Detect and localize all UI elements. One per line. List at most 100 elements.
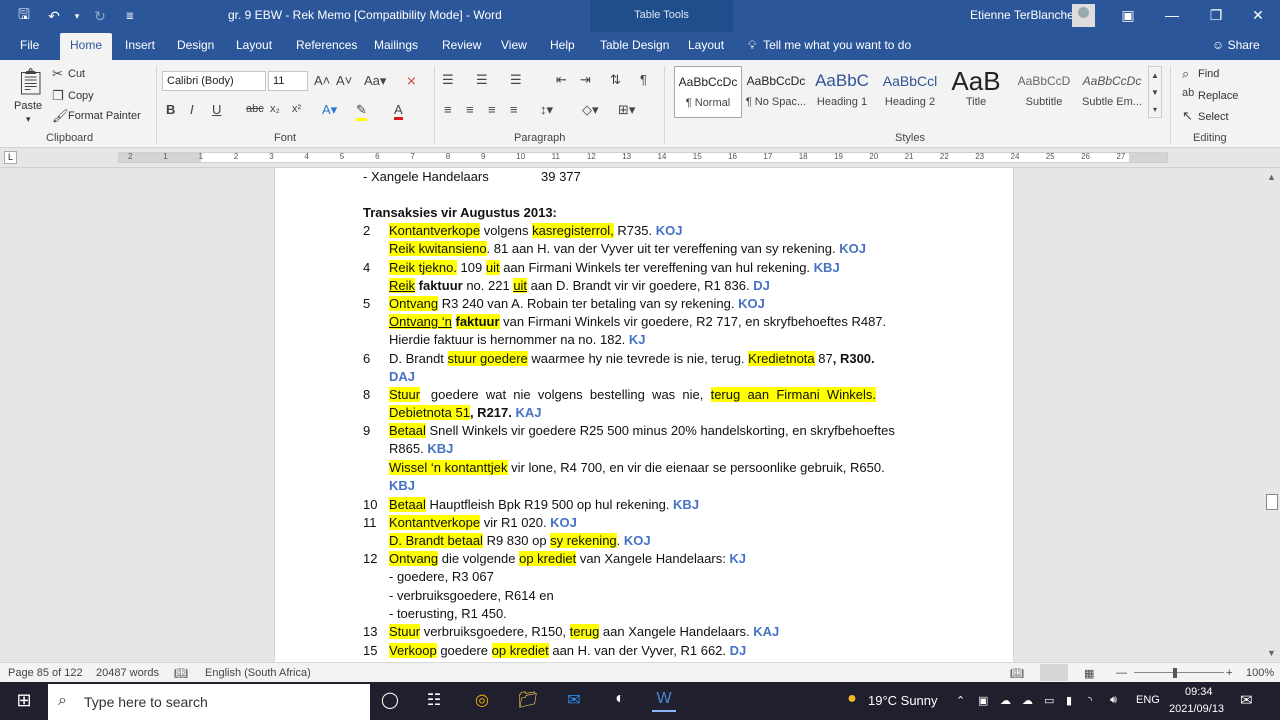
paste-icon[interactable]: 📋︎ [14,66,47,98]
zoom-level[interactable]: 100% [1246,667,1274,679]
paste-button[interactable]: Paste [14,100,42,112]
tray-icon[interactable]: ▭ [1044,694,1054,707]
decrease-indent-icon[interactable]: ⇤ [556,72,567,88]
weather-icon[interactable]: ● [840,690,864,712]
volume-icon[interactable]: 🔊︎ [1110,694,1117,707]
tab-references[interactable]: References [296,38,357,52]
ribbon-display-options-icon[interactable]: ▣ [1106,0,1150,32]
language-indicator[interactable]: ENG [1136,694,1160,706]
tab-table-layout[interactable]: Layout [688,38,724,52]
style-no-spacing[interactable]: AaBbCcDc ¶ No Spac... [742,66,810,118]
wifi-icon[interactable]: ◝ [1088,694,1092,707]
replace-button[interactable]: Replace [1198,90,1238,102]
cut-icon[interactable]: ✂ [52,66,63,82]
tab-selector-icon[interactable]: L [4,151,17,164]
print-layout-icon[interactable] [1040,664,1068,681]
tab-mailings[interactable]: Mailings [374,38,418,52]
read-mode-icon[interactable]: 📖︎ [1010,667,1024,680]
style-heading-2[interactable]: AaBbCcl Heading 2 [876,66,944,118]
replace-icon[interactable]: ab [1182,87,1194,99]
notifications-icon[interactable]: ✉ [1240,691,1253,709]
tray-app-icon[interactable]: ▣ [978,694,988,707]
multilevel-list-icon[interactable]: ☰ [510,72,522,88]
scroll-down-icon[interactable]: ▼ [1267,648,1276,658]
web-layout-icon[interactable]: ▦ [1084,667,1094,680]
close-icon[interactable]: ✕ [1236,0,1280,32]
word-count[interactable]: 20487 words [96,667,159,679]
undo-dropdown-icon[interactable]: ▾ [72,4,82,28]
style-heading-1[interactable]: AaBbC Heading 1 [808,66,876,118]
show-marks-icon[interactable]: ¶ [640,72,647,87]
save-icon[interactable]: 🖫 [12,4,36,28]
clock-date[interactable]: 2021/09/13 [1169,703,1224,715]
vertical-scrollbar[interactable]: ▲ ▼ [1264,168,1280,662]
tab-review[interactable]: Review [442,38,481,52]
find-button[interactable]: Find [1198,68,1219,80]
windows-start-icon[interactable]: ⊞ [12,690,36,712]
underline-icon[interactable]: U [212,102,221,117]
share-button[interactable]: ☺ Share [1212,38,1260,52]
taskbar-search-box[interactable]: ⌕ Type here to search [48,684,370,720]
user-name[interactable]: Etienne TerBlanche [970,8,1074,22]
shading-icon[interactable]: ◇▾ [582,102,599,118]
numbering-icon[interactable]: ☰ [476,72,488,88]
zoom-out-icon[interactable]: — [1116,667,1127,679]
format-painter-icon[interactable]: 🖌︎ [52,108,69,124]
paste-dropdown-icon[interactable]: ▾ [26,114,31,125]
zoom-slider[interactable] [1134,672,1224,673]
font-size-select[interactable]: 11 [268,71,308,91]
style-normal[interactable]: AaBbCcDc ¶ Normal [674,66,742,118]
show-hidden-icons-icon[interactable]: ⌃ [956,694,965,707]
subscript-icon[interactable]: x₂ [270,103,280,115]
increase-indent-icon[interactable]: ⇥ [580,72,591,88]
customize-qat-icon[interactable]: ≣ [118,4,142,28]
bullets-icon[interactable]: ☰ [442,72,454,88]
sort-icon[interactable]: ⇅ [610,72,621,88]
tab-table-design[interactable]: Table Design [600,38,669,52]
battery-icon[interactable]: ▮ [1066,694,1072,707]
line-spacing-icon[interactable]: ↕▾ [540,102,553,118]
strikethrough-icon[interactable]: abc [246,103,264,115]
shrink-font-icon[interactable]: A˅ [336,73,352,88]
word-taskbar-icon[interactable]: W [652,690,676,712]
tab-insert[interactable]: Insert [125,38,155,52]
cortana-icon[interactable]: ◯ [378,690,402,712]
find-icon[interactable]: ⌕ [1182,66,1189,82]
restore-icon[interactable]: ❐ [1194,0,1238,32]
tab-home[interactable]: Home [60,33,113,60]
select-icon[interactable]: ↖ [1182,108,1193,124]
tab-view[interactable]: View [501,38,527,52]
zoom-slider-thumb[interactable] [1173,668,1177,678]
bold-icon[interactable]: B [166,102,175,117]
copy-button[interactable]: Copy [68,90,94,102]
change-case-icon[interactable]: Aa▾ [364,73,386,89]
redo-icon[interactable]: ↻ [88,4,112,28]
onedrive-icon[interactable]: ☁ [1000,694,1011,707]
tab-layout[interactable]: Layout [236,38,272,52]
align-left-icon[interactable]: ≡ [444,102,452,117]
app-icon[interactable]: ◐ [608,690,632,712]
justify-icon[interactable]: ≡ [510,102,518,117]
select-button[interactable]: Select [1198,111,1229,123]
superscript-icon[interactable]: x² [292,103,301,115]
chrome-icon[interactable]: ◎ [470,690,494,712]
proofing-icon[interactable]: 📖︎ [174,667,188,680]
minimize-icon[interactable]: — [1150,0,1194,32]
tray-icon[interactable]: ☁ [1022,694,1033,707]
styles-gallery-scroll-icon[interactable]: ▲ ▼ ▾ [1148,66,1162,118]
clock-time[interactable]: 09:34 [1185,686,1213,698]
clear-formatting-icon[interactable]: ⨯ [406,73,417,89]
file-explorer-icon[interactable]: 📁︎ [516,690,540,712]
cut-button[interactable]: Cut [68,68,85,80]
style-subtle-emphasis[interactable]: AaBbCcDc Subtle Em... [1078,66,1146,118]
undo-icon[interactable]: ↶ [42,4,66,28]
style-subtitle[interactable]: AaBbCcD Subtitle [1010,66,1078,118]
scroll-thumb[interactable] [1266,494,1278,510]
tab-file[interactable]: File [20,38,39,52]
weather-text[interactable]: 19°C Sunny [868,693,938,708]
tell-me-search[interactable]: 💡︎ Tell me what you want to do [748,38,911,53]
font-family-select[interactable]: Calibri (Body) [162,71,266,91]
style-title[interactable]: AaB Title [942,66,1010,118]
tab-design[interactable]: Design [177,38,214,52]
font-color-icon[interactable]: A [394,102,403,120]
